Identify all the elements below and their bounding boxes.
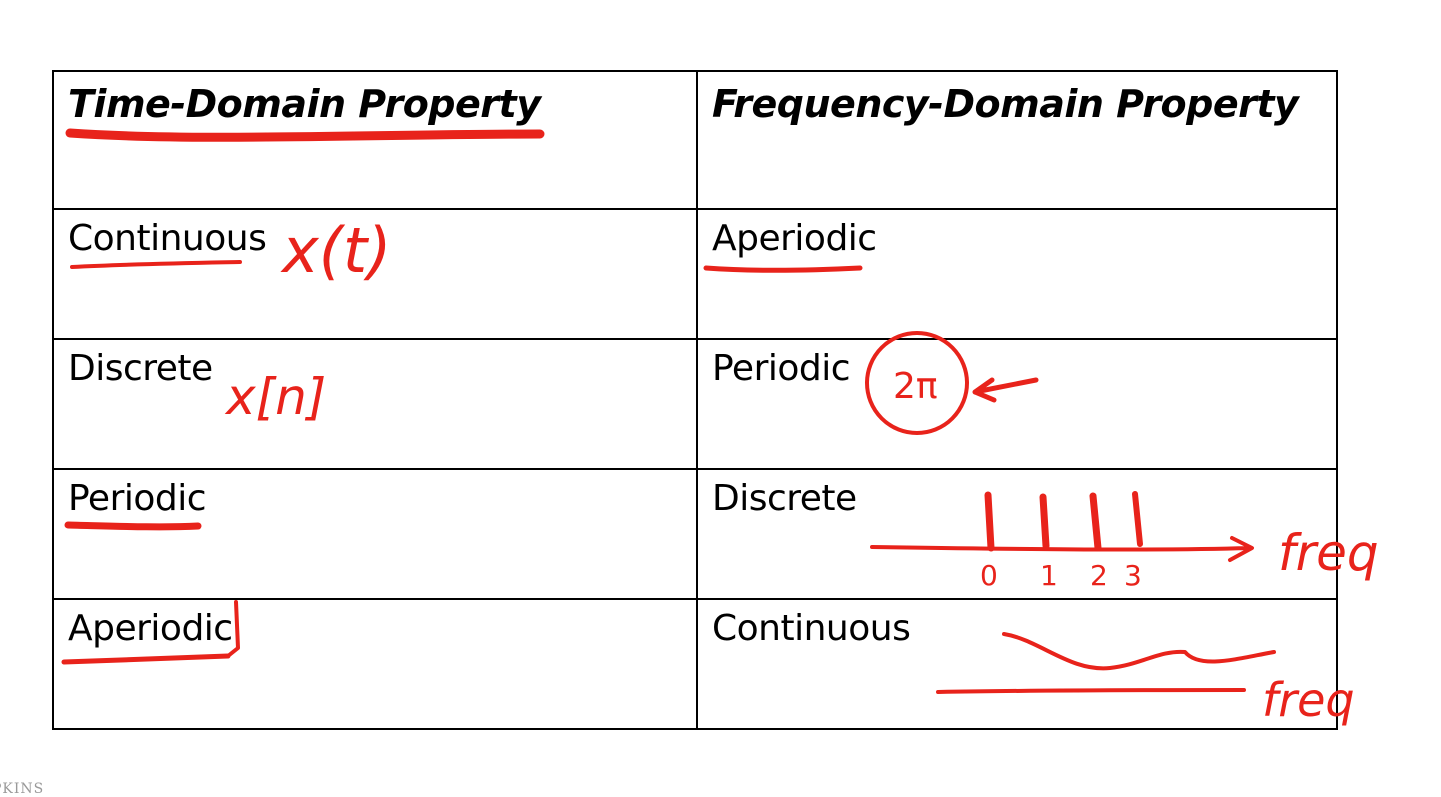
time-property-cell: Discrete: [52, 338, 698, 470]
table-header-row: Time-Domain Property Frequency-Domain Pr…: [52, 70, 1338, 210]
time-property-cell: Aperiodic: [52, 598, 698, 730]
property-table: Time-Domain Property Frequency-Domain Pr…: [52, 70, 1338, 730]
slide: Time-Domain Property Frequency-Domain Pr…: [0, 0, 1441, 797]
table-row: Discrete Periodic: [52, 338, 1338, 470]
header-frequency-domain: Frequency-Domain Property: [696, 70, 1338, 210]
table-row: Continuous Aperiodic: [52, 208, 1338, 340]
frequency-property-cell: Continuous: [696, 598, 1338, 730]
footer-text: PKINS: [0, 781, 45, 797]
time-property-cell: Continuous: [52, 208, 698, 340]
frequency-property-cell: Discrete: [696, 468, 1338, 600]
table-row: Periodic Discrete: [52, 468, 1338, 600]
table-row: Aperiodic Continuous: [52, 598, 1338, 730]
time-property-cell: Periodic: [52, 468, 698, 600]
header-time-domain: Time-Domain Property: [52, 70, 698, 210]
frequency-property-cell: Periodic: [696, 338, 1338, 470]
frequency-property-cell: Aperiodic: [696, 208, 1338, 340]
